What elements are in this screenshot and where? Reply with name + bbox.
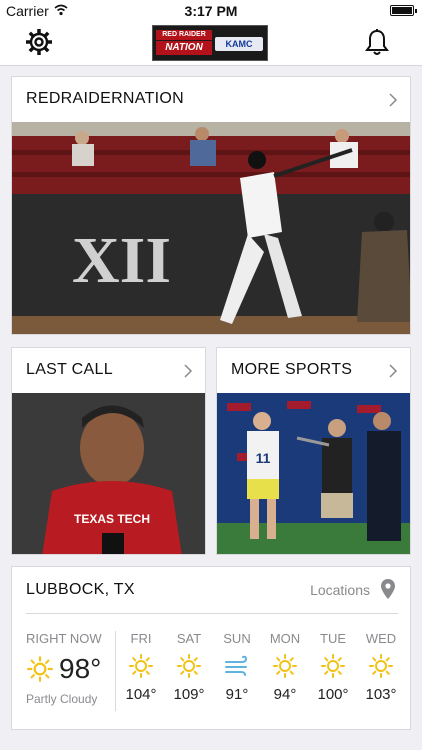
- sun-icon: [27, 656, 53, 682]
- forecast-day: SUN 91°: [213, 631, 261, 703]
- last-call-card[interactable]: LAST CALL TEXAS TECH: [11, 347, 206, 555]
- bell-icon[interactable]: [364, 28, 390, 56]
- divider: [115, 631, 116, 711]
- card-title: REDRAIDERNATION: [26, 90, 184, 107]
- sun-icon: [273, 654, 297, 678]
- divider: [26, 613, 398, 614]
- forecast-temp: 94°: [273, 686, 297, 703]
- baseball-photo[interactable]: XII: [12, 122, 411, 335]
- wind-icon: [225, 655, 248, 676]
- forecast-temp: 100°: [317, 686, 349, 703]
- weather-card[interactable]: LUBBOCK, TX Locations RIGHT NOW 98° Part…: [11, 566, 411, 730]
- right-now-label: RIGHT NOW: [26, 631, 102, 646]
- sun-icon: [177, 654, 201, 678]
- forecast-temp: 104°: [125, 686, 157, 703]
- chevron-right-icon: [389, 364, 398, 378]
- status-bar: Carrier 3:17 PM: [0, 0, 422, 22]
- forecast-day: MON 94°: [261, 631, 309, 703]
- app-logo: RED RAIDER NATION KAMC: [152, 25, 268, 61]
- current-temperature: 98°: [59, 653, 102, 684]
- svg-text:TEXAS TECH: TEXAS TECH: [74, 512, 150, 526]
- battery-icon: [390, 5, 417, 16]
- city-label: LUBBOCK, TX: [26, 581, 135, 598]
- forecast-day-name: SUN: [223, 631, 251, 646]
- location-pin-icon[interactable]: [380, 578, 396, 600]
- sun-icon: [129, 654, 153, 678]
- forecast-day: TUE 100°: [309, 631, 357, 703]
- forecast-temp: 103°: [365, 686, 397, 703]
- forecast-day-name: TUE: [320, 631, 346, 646]
- chevron-right-icon: [184, 364, 193, 378]
- press-conference-photo[interactable]: 11: [217, 393, 411, 555]
- forecast-day: WED 103°: [357, 631, 405, 703]
- forecast-day-name: SAT: [176, 631, 202, 646]
- sun-icon: [369, 654, 393, 678]
- locations-button[interactable]: Locations: [310, 582, 370, 598]
- card-header[interactable]: LAST CALL: [12, 348, 205, 393]
- svg-text:XII: XII: [72, 224, 171, 297]
- card-header[interactable]: MORE SPORTS: [217, 348, 410, 393]
- player-photo[interactable]: TEXAS TECH: [12, 393, 206, 555]
- clock: 3:17 PM: [184, 3, 238, 19]
- card-title: MORE SPORTS: [231, 361, 353, 378]
- nav-bar: RED RAIDER NATION KAMC: [0, 22, 422, 66]
- card-header[interactable]: REDRAIDERNATION: [12, 77, 410, 122]
- card-title: LAST CALL: [26, 361, 113, 378]
- more-sports-card[interactable]: MORE SPORTS 11: [216, 347, 411, 555]
- sun-icon: [321, 654, 345, 678]
- forecast-temp: 109°: [173, 686, 205, 703]
- forecast-day-name: MON: [269, 631, 301, 646]
- forecast-day: SAT 109°: [165, 631, 213, 703]
- forecast-day-name: FRI: [130, 631, 152, 646]
- redraidernation-card[interactable]: REDRAIDERNATION XII: [11, 76, 411, 335]
- svg-text:11: 11: [256, 450, 271, 466]
- forecast-day-name: WED: [365, 631, 397, 646]
- forecast-day: FRI 104°: [117, 631, 165, 703]
- chevron-right-icon: [389, 93, 398, 107]
- forecast-temp: 91°: [225, 686, 249, 703]
- current-condition: Partly Cloudy: [26, 692, 98, 706]
- gear-icon[interactable]: [24, 27, 54, 57]
